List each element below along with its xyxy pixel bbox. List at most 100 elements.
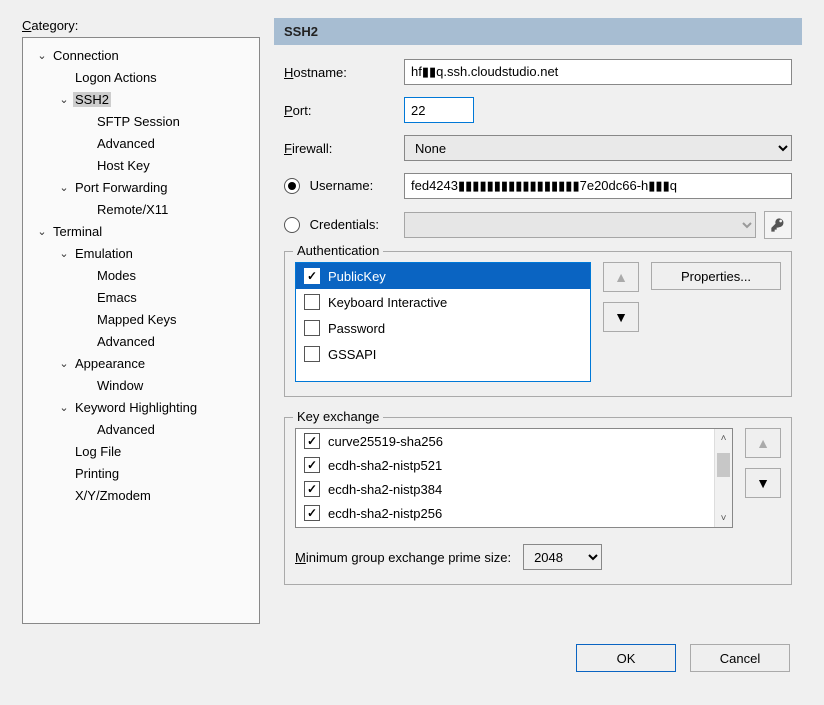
checkbox-icon[interactable] (304, 320, 320, 336)
tree-item-label: Advanced (95, 334, 157, 349)
radio-unchecked-icon (284, 217, 300, 233)
auth-item-label: Keyboard Interactive (328, 295, 447, 310)
checkbox-icon[interactable] (304, 457, 320, 473)
chevron-down-icon[interactable]: ⌄ (57, 93, 71, 106)
kex-item-label: ecdh-sha2-nistp384 (328, 482, 442, 497)
port-input[interactable] (404, 97, 474, 123)
checkbox-icon[interactable] (304, 294, 320, 310)
tree-remote-x11[interactable]: Remote/X11 (25, 198, 257, 220)
chevron-down-icon[interactable]: ⌄ (35, 225, 49, 238)
auth-item-gssapi[interactable]: GSSAPI (296, 341, 590, 367)
ok-button[interactable]: OK (576, 644, 676, 672)
tree-item-label: Keyword Highlighting (73, 400, 199, 415)
tree-item-label: Emulation (73, 246, 135, 261)
tree-log-file[interactable]: Log File (25, 440, 257, 462)
tree-item-label: Remote/X11 (95, 202, 170, 217)
scroll-thumb[interactable] (717, 453, 730, 477)
authentication-group: Authentication PublicKeyKeyboard Interac… (284, 251, 792, 397)
tree-item-label: Terminal (51, 224, 104, 239)
tree-emulation[interactable]: ⌄Emulation (25, 242, 257, 264)
auth-move-up-button[interactable]: ▲ (603, 262, 639, 292)
username-radio[interactable]: Username: (284, 178, 404, 195)
cancel-button[interactable]: Cancel (690, 644, 790, 672)
scroll-down-icon[interactable]: ˅ (715, 509, 732, 527)
tree-appearance[interactable]: ⌄Appearance (25, 352, 257, 374)
min-group-label: Minimum group exchange prime size: (295, 550, 511, 565)
tree-sftp-session[interactable]: SFTP Session (25, 110, 257, 132)
tree-modes[interactable]: Modes (25, 264, 257, 286)
tree-connection[interactable]: ⌄Connection (25, 44, 257, 66)
kex-item-curve25519-sha256[interactable]: curve25519-sha256 (296, 429, 714, 453)
auth-item-keyboard-interactive[interactable]: Keyboard Interactive (296, 289, 590, 315)
checkbox-icon[interactable] (304, 346, 320, 362)
credentials-manager-button[interactable] (764, 211, 792, 239)
tree-ssh2[interactable]: ⌄SSH2 (25, 88, 257, 110)
tree-printing[interactable]: Printing (25, 462, 257, 484)
chevron-down-icon[interactable]: ⌄ (35, 49, 49, 62)
tree-kh-advanced[interactable]: Advanced (25, 418, 257, 440)
checkbox-icon[interactable] (304, 268, 320, 284)
keyexchange-legend: Key exchange (293, 409, 383, 424)
tree-emulation-advanced[interactable]: Advanced (25, 330, 257, 352)
radio-checked-icon (284, 178, 300, 194)
category-panel: Category: ⌄ConnectionLogon Actions⌄SSH2S… (22, 18, 260, 624)
chevron-down-icon[interactable]: ⌄ (57, 401, 71, 414)
kex-item-ecdh-sha2-nistp256[interactable]: ecdh-sha2-nistp256 (296, 501, 714, 525)
kex-move-down-button[interactable]: ▼ (745, 468, 781, 498)
auth-item-label: GSSAPI (328, 347, 376, 362)
tree-logon-actions[interactable]: Logon Actions (25, 66, 257, 88)
keyexchange-list[interactable]: curve25519-sha256 ecdh-sha2-nistp521 ecdh-… (295, 428, 733, 528)
tree-keyword-highlighting[interactable]: ⌄Keyword Highlighting (25, 396, 257, 418)
authentication-legend: Authentication (293, 243, 383, 258)
tree-host-key[interactable]: Host Key (25, 154, 257, 176)
auth-item-password[interactable]: Password (296, 315, 590, 341)
kex-item-label: ecdh-sha2-nistp521 (328, 458, 442, 473)
kex-scrollbar[interactable]: ˄ ˅ (714, 429, 732, 527)
chevron-down-icon[interactable]: ⌄ (57, 181, 71, 194)
panel-title: SSH2 (274, 18, 802, 45)
tree-item-label: Appearance (73, 356, 147, 371)
scroll-up-icon[interactable]: ˄ (715, 429, 732, 447)
tree-item-label: Modes (95, 268, 138, 283)
dialog-footer: OK Cancel (22, 644, 802, 672)
hostname-input[interactable] (404, 59, 792, 85)
category-tree[interactable]: ⌄ConnectionLogon Actions⌄SSH2SFTP Sessio… (22, 37, 260, 624)
username-input[interactable] (404, 173, 792, 199)
chevron-down-icon[interactable]: ⌄ (57, 247, 71, 260)
kex-move-up-button[interactable]: ▲ (745, 428, 781, 458)
keyexchange-group: Key exchange curve25519-sha256ecdh-sha2-… (284, 417, 792, 585)
firewall-select[interactable]: None (404, 135, 792, 161)
auth-item-publickey[interactable]: PublicKey (296, 263, 590, 289)
tree-window[interactable]: Window (25, 374, 257, 396)
kex-item-label: curve25519-sha256 (328, 434, 443, 449)
kex-item-label: ecdh-sha2-nistp256 (328, 506, 442, 521)
min-group-select[interactable]: 2048 (523, 544, 602, 570)
category-label: Category: (22, 18, 260, 33)
auth-move-down-button[interactable]: ▼ (603, 302, 639, 332)
tree-item-label: Advanced (95, 422, 157, 437)
checkbox-icon[interactable] (304, 505, 320, 521)
auth-item-label: Password (328, 321, 385, 336)
tree-item-label: Advanced (95, 136, 157, 151)
tree-port-forwarding[interactable]: ⌄Port Forwarding (25, 176, 257, 198)
triangle-up-icon: ▲ (756, 435, 770, 451)
authentication-list[interactable]: PublicKey Keyboard Interactive Password GSS… (295, 262, 591, 382)
hostname-label: Hostname: (284, 65, 404, 80)
tree-emacs[interactable]: Emacs (25, 286, 257, 308)
properties-button[interactable]: Properties... (651, 262, 781, 290)
tree-mapped-keys[interactable]: Mapped Keys (25, 308, 257, 330)
tree-xyzmodem[interactable]: X/Y/Zmodem (25, 484, 257, 506)
triangle-up-icon: ▲ (614, 269, 628, 285)
checkbox-icon[interactable] (304, 433, 320, 449)
tree-terminal[interactable]: ⌄Terminal (25, 220, 257, 242)
kex-item-ecdh-sha2-nistp521[interactable]: ecdh-sha2-nistp521 (296, 453, 714, 477)
tree-ssh2-advanced[interactable]: Advanced (25, 132, 257, 154)
credentials-radio[interactable]: Credentials: (284, 217, 404, 234)
tree-item-label: SSH2 (73, 92, 111, 107)
chevron-down-icon[interactable]: ⌄ (57, 357, 71, 370)
credentials-radio-label: Credentials: (310, 217, 379, 232)
checkbox-icon[interactable] (304, 481, 320, 497)
kex-item-ecdh-sha2-nistp384[interactable]: ecdh-sha2-nistp384 (296, 477, 714, 501)
username-radio-label: Username: (310, 178, 374, 193)
tree-item-label: Emacs (95, 290, 139, 305)
